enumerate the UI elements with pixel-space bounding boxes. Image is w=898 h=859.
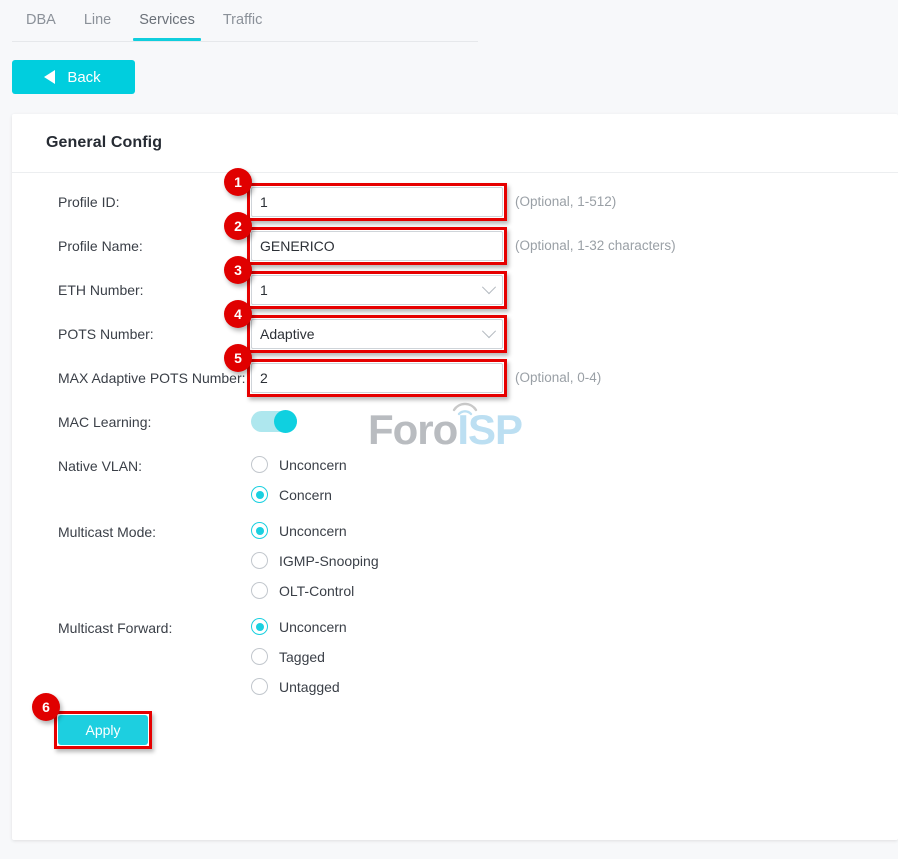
chevron-down-icon bbox=[482, 324, 496, 338]
profile-name-label: Profile Name: bbox=[12, 231, 251, 261]
multicast-forward-label: Multicast Forward: bbox=[12, 613, 251, 643]
back-button[interactable]: Back bbox=[12, 60, 135, 94]
field-row-pots-number: POTS Number: Adaptive 4 bbox=[12, 319, 898, 349]
general-config-form: Profile ID: 1 (Optional, 1-512) Profile … bbox=[12, 173, 898, 745]
tab-bar: DBA Line Services Traffic bbox=[0, 0, 478, 42]
native-vlan-label: Native VLAN: bbox=[12, 451, 251, 481]
eth-number-field-zone: 1 3 bbox=[251, 275, 503, 305]
radio-icon-selected bbox=[251, 486, 268, 503]
general-config-card: General Config Profile ID: 1 (Optional, … bbox=[12, 114, 898, 840]
mac-learning-toggle[interactable] bbox=[251, 411, 297, 432]
radio-label: Concern bbox=[279, 487, 332, 503]
max-adaptive-pots-input[interactable] bbox=[251, 363, 503, 393]
multicast-forward-option-unconcern[interactable]: Unconcern bbox=[251, 618, 347, 635]
apply-highlight: Apply bbox=[58, 715, 148, 745]
radio-label: OLT-Control bbox=[279, 583, 354, 599]
profile-name-input[interactable] bbox=[251, 231, 503, 261]
tab-label: Services bbox=[139, 12, 195, 28]
multicast-mode-option-unconcern[interactable]: Unconcern bbox=[251, 522, 379, 539]
tab-services[interactable]: Services bbox=[125, 0, 209, 41]
radio-label: Unconcern bbox=[279, 523, 347, 539]
radio-label: Tagged bbox=[279, 649, 325, 665]
multicast-mode-radio-group: Unconcern IGMP-Snooping OLT-Control bbox=[251, 517, 379, 599]
step-badge-5: 5 bbox=[224, 344, 252, 372]
field-row-profile-id: Profile ID: 1 (Optional, 1-512) bbox=[12, 187, 898, 217]
pots-number-field-zone: Adaptive 4 bbox=[251, 319, 503, 349]
max-adaptive-pots-hint: (Optional, 0-4) bbox=[515, 363, 601, 393]
radio-icon bbox=[251, 648, 268, 665]
toggle-knob bbox=[274, 410, 297, 433]
radio-label: Untagged bbox=[279, 679, 340, 695]
radio-label: IGMP-Snooping bbox=[279, 553, 379, 569]
step-badge-3: 3 bbox=[224, 256, 252, 284]
multicast-forward-option-tagged[interactable]: Tagged bbox=[251, 648, 347, 665]
radio-icon bbox=[251, 582, 268, 599]
field-row-native-vlan: Native VLAN: Unconcern Concern bbox=[12, 451, 898, 503]
max-adaptive-pots-highlight bbox=[251, 363, 503, 393]
profile-id-field-zone: 1 (Optional, 1-512) bbox=[251, 187, 616, 217]
field-row-multicast-forward: Multicast Forward: Unconcern Tagged Unta… bbox=[12, 613, 898, 695]
max-adaptive-pots-field-zone: 5 (Optional, 0-4) bbox=[251, 363, 601, 393]
max-adaptive-pots-label: MAX Adaptive POTS Number: bbox=[12, 363, 251, 393]
multicast-mode-option-olt-control[interactable]: OLT-Control bbox=[251, 582, 379, 599]
profile-name-field-zone: 2 (Optional, 1-32 characters) bbox=[251, 231, 676, 261]
eth-number-label: ETH Number: bbox=[12, 275, 251, 305]
profile-id-hint: (Optional, 1-512) bbox=[515, 187, 616, 217]
tab-line[interactable]: Line bbox=[70, 0, 125, 41]
profile-id-input[interactable] bbox=[251, 187, 503, 217]
eth-number-value: 1 bbox=[260, 282, 268, 298]
pots-number-highlight: Adaptive bbox=[251, 319, 503, 349]
radio-label: Unconcern bbox=[279, 619, 347, 635]
eth-number-highlight: 1 bbox=[251, 275, 503, 305]
mac-learning-field-zone bbox=[251, 407, 297, 432]
radio-icon-selected bbox=[251, 618, 268, 635]
apply-button-zone: Apply 6 bbox=[58, 715, 148, 745]
profile-name-highlight bbox=[251, 231, 503, 261]
step-badge-6: 6 bbox=[32, 693, 60, 721]
multicast-mode-label: Multicast Mode: bbox=[12, 517, 251, 547]
tab-label: DBA bbox=[26, 12, 56, 28]
eth-number-select[interactable]: 1 bbox=[251, 275, 503, 305]
tab-traffic[interactable]: Traffic bbox=[209, 0, 276, 41]
multicast-forward-option-untagged[interactable]: Untagged bbox=[251, 678, 347, 695]
field-row-profile-name: Profile Name: 2 (Optional, 1-32 characte… bbox=[12, 231, 898, 261]
chevron-down-icon bbox=[482, 280, 496, 294]
tab-dba[interactable]: DBA bbox=[12, 0, 70, 41]
profile-id-label: Profile ID: bbox=[12, 187, 251, 217]
radio-label: Unconcern bbox=[279, 457, 347, 473]
native-vlan-radio-group: Unconcern Concern bbox=[251, 451, 347, 503]
step-badge-1: 1 bbox=[224, 168, 252, 196]
multicast-forward-radio-group: Unconcern Tagged Untagged bbox=[251, 613, 347, 695]
apply-button[interactable]: Apply bbox=[58, 715, 148, 745]
step-badge-4: 4 bbox=[224, 300, 252, 328]
radio-icon bbox=[251, 456, 268, 473]
radio-icon bbox=[251, 552, 268, 569]
tab-label: Traffic bbox=[223, 12, 262, 28]
radio-icon bbox=[251, 678, 268, 695]
field-row-max-adaptive-pots: MAX Adaptive POTS Number: 5 (Optional, 0… bbox=[12, 363, 898, 393]
profile-name-hint: (Optional, 1-32 characters) bbox=[515, 231, 676, 261]
native-vlan-option-concern[interactable]: Concern bbox=[251, 486, 347, 503]
back-button-label: Back bbox=[67, 69, 100, 86]
pots-number-select[interactable]: Adaptive bbox=[251, 319, 503, 349]
step-badge-2: 2 bbox=[224, 212, 252, 240]
field-row-multicast-mode: Multicast Mode: Unconcern IGMP-Snooping … bbox=[12, 517, 898, 599]
mac-learning-label: MAC Learning: bbox=[12, 407, 251, 437]
profile-id-highlight bbox=[251, 187, 503, 217]
radio-icon-selected bbox=[251, 522, 268, 539]
tab-label: Line bbox=[84, 12, 111, 28]
field-row-eth-number: ETH Number: 1 3 bbox=[12, 275, 898, 305]
pots-number-label: POTS Number: bbox=[12, 319, 251, 349]
field-row-mac-learning: MAC Learning: bbox=[12, 407, 898, 437]
page-title: General Config bbox=[12, 114, 898, 152]
triangle-left-icon bbox=[44, 70, 55, 84]
native-vlan-option-unconcern[interactable]: Unconcern bbox=[251, 456, 347, 473]
pots-number-value: Adaptive bbox=[260, 326, 314, 342]
multicast-mode-option-igmp-snooping[interactable]: IGMP-Snooping bbox=[251, 552, 379, 569]
